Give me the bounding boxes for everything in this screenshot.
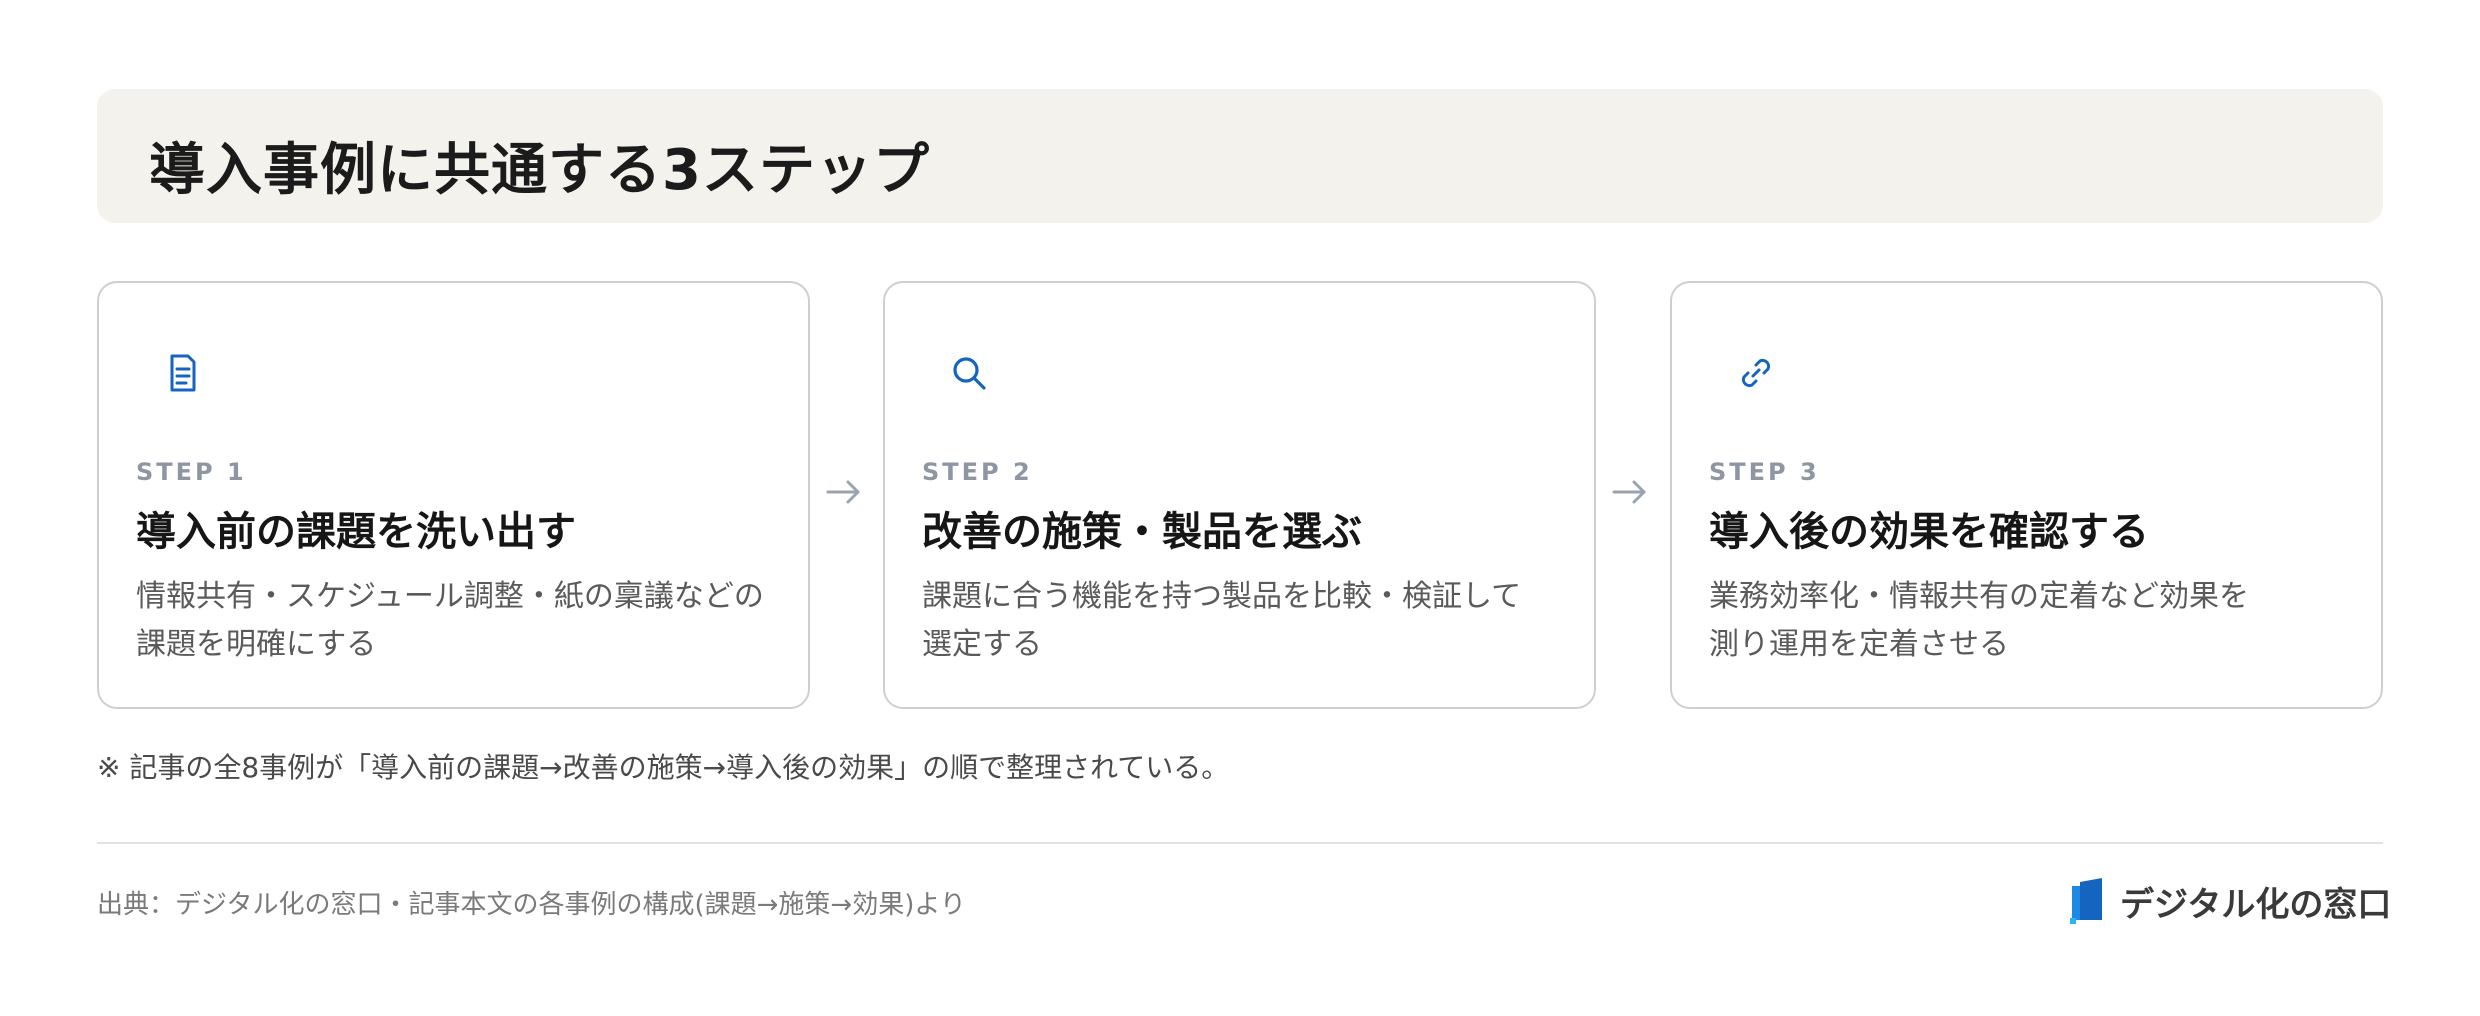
brand-logo-icon	[2068, 878, 2108, 924]
step-description: 情報共有・スケジュール調整・紙の稟議などの 課題を明確にする	[136, 573, 796, 669]
source-citation: 出典：デジタル化の窓口・記事本文の各事例の構成(課題→施策→効果)より	[97, 890, 966, 920]
search-icon	[945, 349, 993, 397]
step-card-1: STEP 1 導入前の課題を洗い出す 情報共有・スケジュール調整・紙の稟議などの…	[97, 281, 810, 709]
step-title: 導入前の課題を洗い出す	[136, 509, 576, 555]
step-label: STEP 1	[136, 458, 247, 486]
arrow-right-icon	[822, 470, 866, 514]
step-description-line: 選定する	[922, 627, 1042, 662]
step-description-line: 課題を明確にする	[136, 627, 377, 662]
step-title: 導入後の効果を確認する	[1709, 509, 2149, 555]
brand: デジタル化の窓口	[2068, 876, 2391, 926]
step-title: 改善の施策・製品を選ぶ	[922, 509, 1362, 555]
steps-row: STEP 1 導入前の課題を洗い出す 情報共有・スケジュール調整・紙の稟議などの…	[97, 281, 2383, 709]
brand-name: デジタル化の窓口	[2120, 884, 2392, 925]
step-description: 課題に合う機能を持つ製品を比較・検証して 選定する	[922, 573, 1582, 669]
arrow-right-icon	[1608, 470, 1652, 514]
link-icon	[1732, 349, 1780, 397]
step-card-2: STEP 2 改善の施策・製品を選ぶ 課題に合う機能を持つ製品を比較・検証して …	[883, 281, 1596, 709]
step-description-line: 課題に合う機能を持つ製品を比較・検証して	[922, 579, 1522, 614]
document-icon	[159, 349, 207, 397]
page-title: 導入事例に共通する3ステップ	[149, 138, 930, 203]
step-description-line: 情報共有・スケジュール調整・紙の稟議などの	[136, 579, 764, 614]
footnote: ※ 記事の全8事例が「導入前の課題→改善の施策→導入後の効果」の順で整理されてい…	[97, 751, 1230, 784]
step-label: STEP 2	[922, 458, 1033, 486]
step-card-3: STEP 3 導入後の効果を確認する 業務効率化・情報共有の定着など効果を 測り…	[1670, 281, 2383, 709]
step-description-line: 業務効率化・情報共有の定着など効果を	[1709, 579, 2249, 614]
divider	[97, 842, 2383, 844]
step-label: STEP 3	[1709, 458, 1820, 486]
step-description: 業務効率化・情報共有の定着など効果を 測り運用を定着させる	[1709, 573, 2369, 669]
header-banner: 導入事例に共通する3ステップ	[97, 89, 2383, 223]
step-description-line: 測り運用を定着させる	[1709, 627, 2009, 662]
